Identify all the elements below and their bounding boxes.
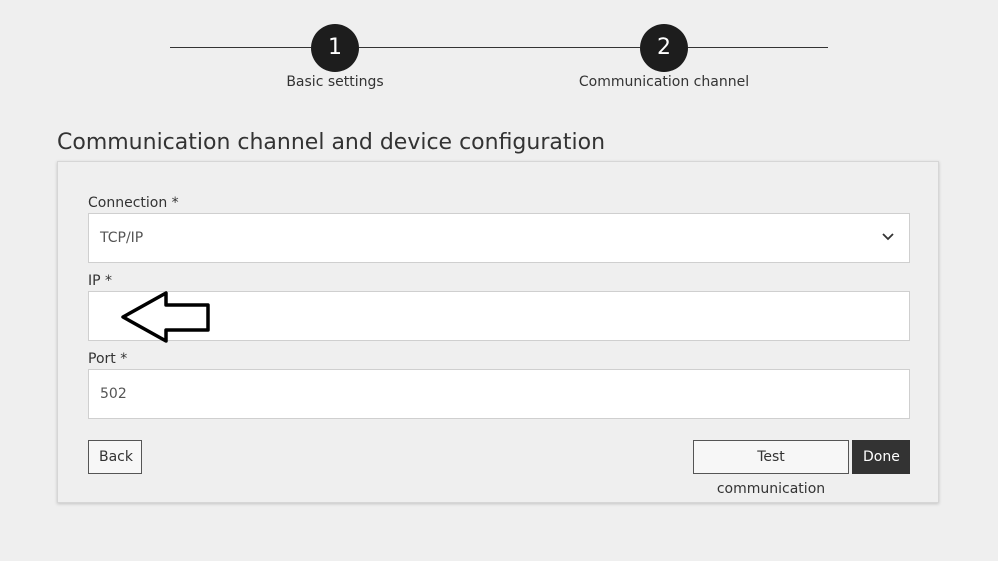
stepper-line-left <box>170 47 311 48</box>
chevron-down-icon <box>882 233 894 241</box>
step-1-label: Basic settings <box>286 74 384 90</box>
ip-label: IP * <box>88 273 113 289</box>
step-2-circle[interactable]: 2 <box>640 24 688 72</box>
connection-label: Connection * <box>88 195 179 211</box>
test-communication-button[interactable]: Test communication <box>693 440 849 497</box>
page-title: Communication channel and device configu… <box>57 130 606 155</box>
step-2-label: Communication channel <box>578 74 750 90</box>
connection-select[interactable]: TCP/IP <box>88 213 910 263</box>
port-input[interactable]: 502 <box>88 369 910 419</box>
port-label: Port * <box>88 351 128 367</box>
done-button[interactable]: Done <box>852 440 910 474</box>
stepper: 1 Basic settings 2 Communication channel <box>0 0 998 100</box>
stepper-line-right <box>688 47 828 48</box>
step-1-circle[interactable]: 1 <box>311 24 359 72</box>
stepper-line-middle <box>359 47 640 48</box>
back-button[interactable]: Back <box>88 440 142 474</box>
port-input-value: 502 <box>100 386 127 402</box>
arrow-left-icon <box>121 291 210 343</box>
connection-select-value: TCP/IP <box>100 230 144 246</box>
